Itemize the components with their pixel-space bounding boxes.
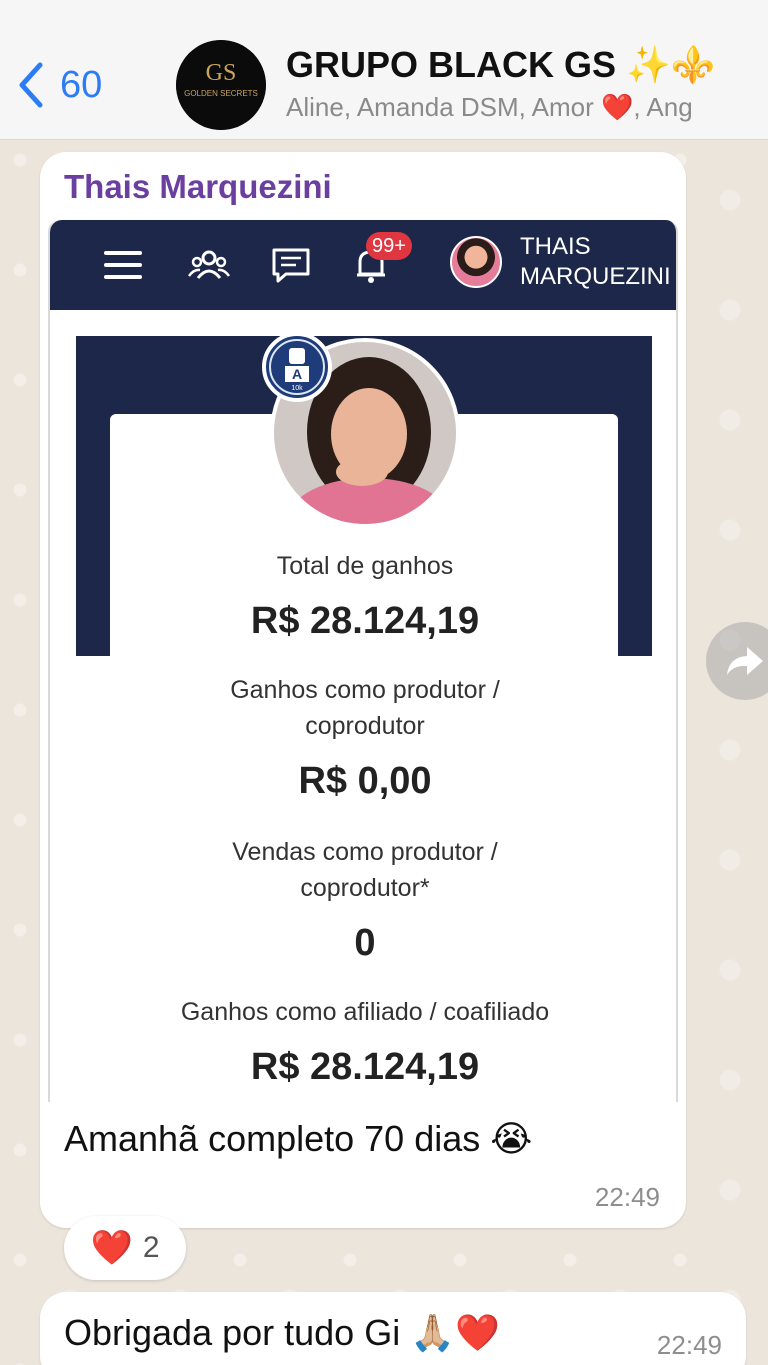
stat-label-producer-line2: coprodutor xyxy=(305,712,425,740)
chat-header: 60 GS GOLDEN SECRETS GRUPO BLACK GS ✨⚜️ … xyxy=(0,0,768,140)
stat-label-total: Total de ganhos xyxy=(276,552,454,580)
level-badge-icon: A 10k xyxy=(269,339,325,395)
group-avatar[interactable]: GS GOLDEN SECRETS xyxy=(176,40,266,130)
stat-value-sales: 0 xyxy=(354,922,376,964)
avatar xyxy=(450,236,502,288)
attached-screenshot[interactable]: 99+ THAIS MARQUEZINI A 10k Total de ganh… xyxy=(48,220,678,1102)
message-bubble[interactable]: Obrigada por tudo Gi 🙏🏼❤️ 22:49 xyxy=(40,1292,746,1365)
user-name-line1: THAIS xyxy=(520,233,591,260)
users-icon xyxy=(187,250,231,279)
stat-label-sales-line1: Vendas como produtor / xyxy=(232,838,498,866)
stat-value-affiliate: R$ 28.124,19 xyxy=(250,1046,480,1088)
notification-badge: 99+ xyxy=(366,232,412,260)
forward-icon xyxy=(727,647,763,675)
heart-icon: ❤️ xyxy=(90,1229,133,1267)
level-badge: A 10k xyxy=(262,332,332,402)
reaction-pill[interactable]: ❤️ 2 xyxy=(64,1216,186,1280)
stat-label-producer-line1: Ganhos como produtor / xyxy=(230,676,500,704)
golden-secrets-logo: GS GOLDEN SECRETS xyxy=(176,40,266,130)
user-name-line2: MARQUEZINI xyxy=(520,263,671,290)
group-members[interactable]: Aline, Amanda DSM, Amor ❤️, Ang xyxy=(286,92,768,123)
user-name: THAIS MARQUEZINI xyxy=(520,232,671,292)
level-badge-letter: A xyxy=(292,366,302,382)
app-navbar: 99+ THAIS MARQUEZINI xyxy=(50,220,676,310)
sender-name[interactable]: Thais Marquezini xyxy=(64,168,332,206)
level-badge-sub: 10k xyxy=(291,385,303,392)
svg-text:GS: GS xyxy=(206,60,237,86)
message-time: 22:49 xyxy=(656,1330,722,1360)
stat-label-affiliate: Ganhos como afiliado / coafiliado xyxy=(180,998,550,1026)
stat-value-total: R$ 28.124,19 xyxy=(250,600,480,642)
reaction-count: 2 xyxy=(142,1231,160,1264)
stat-label-sales-line2: coprodutor* xyxy=(300,874,430,902)
chevron-left-icon xyxy=(19,62,43,108)
message-bubble[interactable]: Thais Marquezini 99+ THAIS MARQUEZINI A … xyxy=(40,152,686,1228)
message-text: Obrigada por tudo Gi 🙏🏼❤️ xyxy=(64,1312,500,1353)
menu-icon xyxy=(104,251,142,279)
group-title[interactable]: GRUPO BLACK GS ✨⚜️ xyxy=(286,44,716,86)
message-time: 22:49 xyxy=(594,1182,660,1212)
message-text: Amanhã completo 70 dias 😭 xyxy=(64,1118,533,1159)
back-button[interactable]: 60 xyxy=(16,55,102,115)
svg-text:GOLDEN SECRETS: GOLDEN SECRETS xyxy=(184,89,258,98)
stat-value-producer: R$ 0,00 xyxy=(298,760,432,802)
unread-count: 60 xyxy=(60,63,103,106)
chat-icon xyxy=(272,248,310,283)
